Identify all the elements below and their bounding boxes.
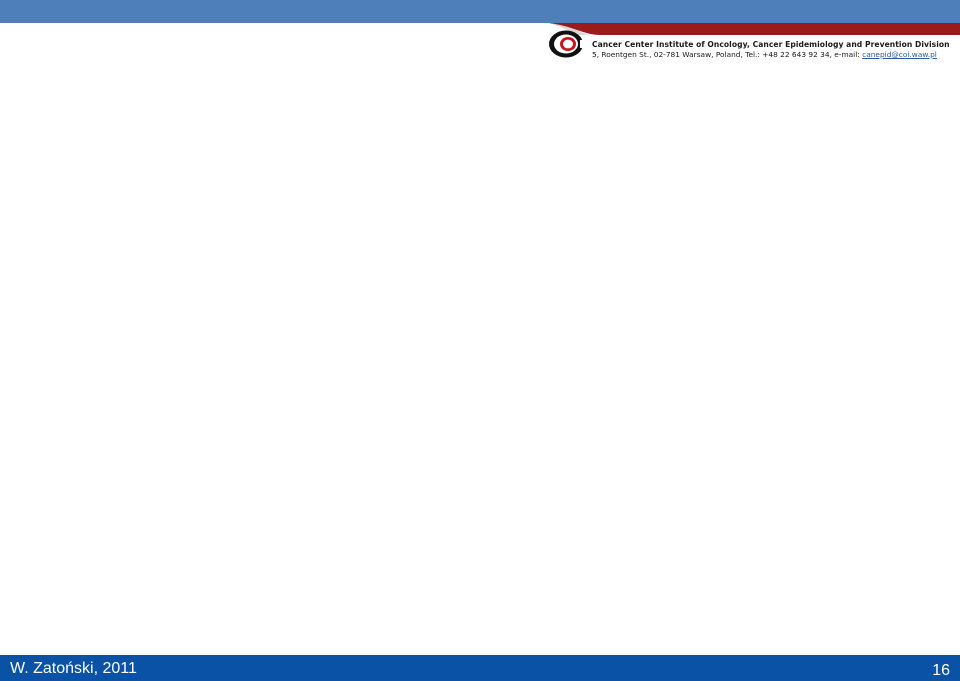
institution-name: Cancer Center Institute of Oncology, Can… xyxy=(592,40,950,49)
institute-logo xyxy=(549,30,586,58)
slide: Cancer Center Institute of Oncology, Can… xyxy=(0,0,960,681)
email-link[interactable]: canepid@coi.waw.pl xyxy=(862,50,937,59)
institution-address: 5, Roentgen St., 02-781 Warsaw, Poland, … xyxy=(592,50,952,60)
footer-band xyxy=(0,655,960,681)
page-number: 16 xyxy=(932,662,950,679)
header-block: Cancer Center Institute of Oncology, Can… xyxy=(548,29,953,61)
address-text: 5, Roentgen St., 02-781 Warsaw, Poland, … xyxy=(592,50,863,59)
footer-author: W. Zatoński, 2011 xyxy=(10,660,137,677)
header-contact: Cancer Center Institute of Oncology, Can… xyxy=(592,39,952,60)
